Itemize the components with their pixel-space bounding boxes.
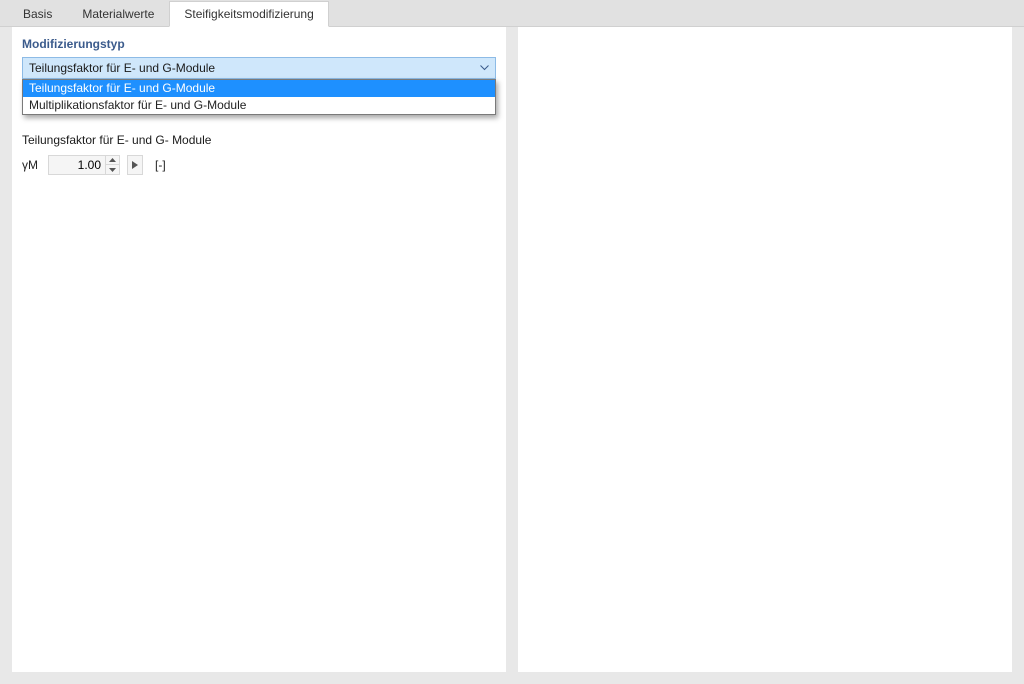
combo-option-division[interactable]: Teilungsfaktor für E- und G-Module <box>23 80 495 97</box>
modification-type-combo[interactable]: Teilungsfaktor für E- und G-Module Teilu… <box>22 57 496 79</box>
step-next-button[interactable] <box>127 155 143 175</box>
section-title: Modifizierungstyp <box>22 37 496 51</box>
right-panel <box>518 27 1012 672</box>
factor-field-label: Teilungsfaktor für E- und G- Module <box>22 133 496 147</box>
tab-materialwerte[interactable]: Materialwerte <box>67 1 169 26</box>
spinner-buttons <box>105 156 119 174</box>
spinner-down-button[interactable] <box>106 165 119 174</box>
combo-dropdown-list: Teilungsfaktor für E- und G-Module Multi… <box>22 79 496 115</box>
tab-bar: Basis Materialwerte Steifigkeitsmodifizi… <box>0 0 1024 27</box>
content-area: Modifizierungstyp Teilungsfaktor für E- … <box>0 27 1024 684</box>
factor-input-row: γM [-] <box>22 155 496 175</box>
combo-option-multiplication[interactable]: Multiplikationsfaktor für E- und G-Modul… <box>23 97 495 114</box>
spinner-up-button[interactable] <box>106 156 119 165</box>
combo-display[interactable]: Teilungsfaktor für E- und G-Module <box>22 57 496 79</box>
factor-unit: [-] <box>155 158 166 172</box>
factor-spinner <box>48 155 120 175</box>
factor-input[interactable] <box>49 156 105 174</box>
factor-symbol: γM <box>22 158 40 172</box>
left-panel: Modifizierungstyp Teilungsfaktor für E- … <box>12 27 506 672</box>
chevron-down-icon <box>479 63 489 73</box>
combo-selected-text: Teilungsfaktor für E- und G-Module <box>29 61 215 75</box>
tab-steifigkeitsmodifizierung[interactable]: Steifigkeitsmodifizierung <box>169 1 328 27</box>
tab-basis[interactable]: Basis <box>8 1 67 26</box>
